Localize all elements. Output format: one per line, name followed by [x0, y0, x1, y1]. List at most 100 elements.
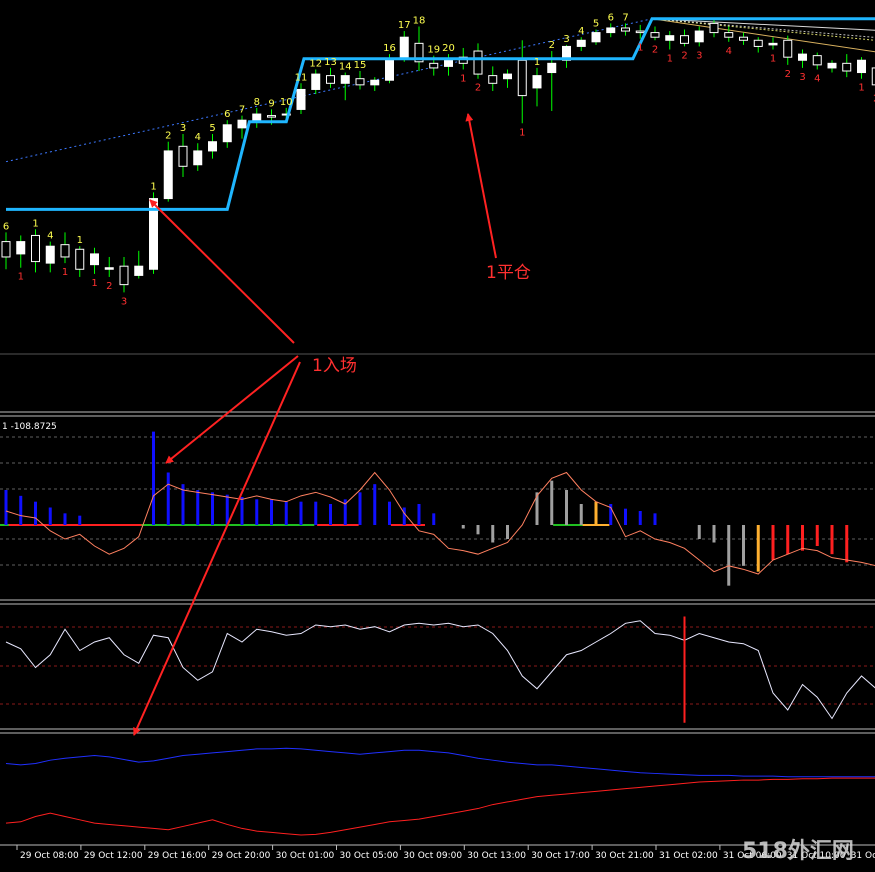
candle-count-label: 7	[239, 105, 245, 116]
candle-body	[739, 36, 748, 41]
oscillator-1-header: 1 -108.8725	[2, 422, 57, 432]
candle-body	[621, 27, 630, 32]
candle-count-label: 5	[209, 123, 215, 134]
candle-body	[473, 50, 483, 75]
candle-body	[104, 267, 114, 270]
candle-body	[591, 32, 601, 43]
time-tick-label: 30 Oct 01:00	[276, 851, 335, 861]
candle-body	[75, 248, 85, 270]
candle-body	[237, 119, 247, 129]
oscillator-3-line	[5, 747, 875, 778]
candle-count-label: 16	[383, 43, 396, 54]
candle-body	[340, 75, 350, 84]
candle-count-label: 1	[62, 267, 68, 278]
candle-count-label: 1	[637, 43, 643, 54]
entry-annotation-label: 1入场	[312, 356, 357, 376]
candle-count-label: 19	[427, 45, 440, 56]
candle-count-label: 2	[652, 44, 658, 55]
candle-body	[370, 79, 380, 86]
candle-body	[842, 62, 852, 72]
candle-count-label: 6	[224, 109, 230, 120]
oscillator-panel-1	[0, 431, 875, 586]
candle-body	[45, 245, 55, 264]
oscillator-panel-2	[0, 616, 875, 723]
candle-body	[753, 39, 763, 47]
candle-count-label: 2	[165, 131, 171, 142]
candle-count-label: 15	[354, 60, 367, 71]
time-tick-label: 30 Oct 09:00	[403, 851, 462, 861]
time-tick-label: 30 Oct 17:00	[531, 851, 590, 861]
candle-count-label: 3	[180, 123, 186, 134]
candle-body	[296, 88, 306, 110]
candle-body	[252, 113, 262, 121]
fan-line	[652, 18, 875, 31]
candle-count-label: 7	[622, 12, 628, 23]
chart-root: 6 1 1 4 1 1 1 2 3 1 2 3 4 5 6 7 8 9 10 11 12 13 14 15 16 17 18 19 20…	[0, 0, 875, 868]
time-tick-label: 30 Oct 13:00	[467, 851, 526, 861]
candle-body	[517, 59, 527, 97]
candle-count-label: 13	[324, 57, 337, 68]
candle-body	[222, 124, 232, 143]
candle-body	[208, 141, 217, 152]
price-panel: 6114111 23123456 78 9 101112 13 14 151617 1819 20…	[1, 12, 875, 307]
candle-count-label: 2	[475, 83, 481, 94]
candle-body	[635, 30, 645, 34]
candle-body	[694, 30, 704, 43]
candle-count-label: 1	[534, 57, 540, 68]
candle-body	[576, 39, 586, 47]
candle-body	[857, 59, 866, 74]
candle-count-label: 3	[799, 72, 805, 83]
candle-count-label: 3	[696, 50, 702, 61]
candle-body	[650, 32, 660, 38]
candle-count-label: 17	[398, 20, 411, 31]
panel-frames	[0, 353, 875, 846]
candle-count-label: 1	[150, 181, 156, 192]
candle-body	[178, 145, 188, 167]
candle-count-label: 4	[47, 231, 53, 242]
candle-count-label: 4	[814, 73, 820, 84]
annotation-arrow	[465, 113, 497, 259]
candle-count-label: 2	[106, 281, 112, 292]
stop-line	[6, 17, 875, 211]
candle-count-label: 6	[608, 12, 614, 23]
candle-count-label: 4	[726, 46, 732, 57]
candle-body	[503, 73, 512, 80]
candle-count-label: 2	[681, 50, 687, 61]
candle-count-label: 1	[77, 235, 83, 246]
candle-count-label: 1	[858, 83, 864, 94]
candle-count-label: 5	[593, 19, 599, 30]
oscillator-panel-3	[5, 747, 875, 836]
exit-annotation-label: 1平仓	[486, 263, 531, 283]
candle-body	[768, 42, 778, 46]
candle-body	[193, 150, 203, 166]
candle-body	[724, 32, 734, 38]
candle-count-label: 1	[18, 272, 24, 283]
candle-count-label: 11	[295, 72, 308, 83]
candle-count-label: 12	[309, 58, 322, 69]
candle-body	[827, 62, 837, 69]
candle-body	[60, 244, 70, 258]
candle-body	[680, 35, 689, 44]
candle-count-label: 10	[280, 97, 293, 108]
candle-count-label: 4	[578, 26, 584, 37]
candle-body	[385, 59, 394, 81]
candle-body	[355, 78, 365, 86]
candle-body	[326, 75, 335, 84]
candle-count-label: 1	[667, 53, 673, 64]
time-tick-label: 31 Oct 02:00	[659, 851, 718, 861]
time-tick-label: 29 Oct 16:00	[148, 851, 207, 861]
annotations	[133, 113, 497, 736]
candle-count-label: 3	[563, 34, 569, 45]
candle-count-label: 1	[32, 218, 38, 229]
candle-body	[311, 73, 321, 90]
watermark-text: 518外汇网	[742, 838, 854, 864]
candle-body	[532, 75, 542, 89]
candle-count-label: 1	[770, 53, 776, 64]
candle-body	[783, 39, 793, 58]
candle-count-label: 2	[785, 69, 791, 80]
candle-body	[709, 22, 719, 34]
candle-count-label: 1	[460, 73, 466, 84]
candle-body	[606, 27, 616, 34]
candle-count-label: 2	[549, 40, 555, 51]
candle-body	[798, 53, 807, 61]
